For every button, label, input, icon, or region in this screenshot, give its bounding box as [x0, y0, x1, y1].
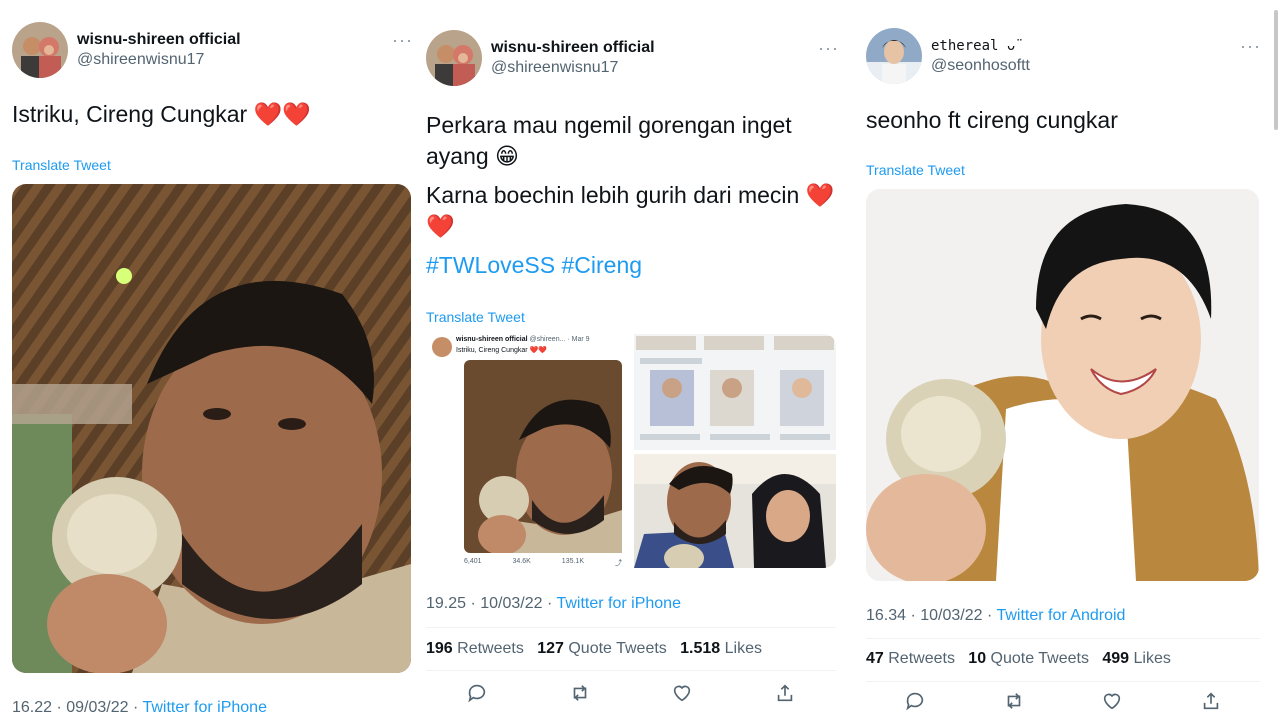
likes-count: 1.518 — [680, 640, 721, 657]
embedded-text: Istriku, Cireng Cungkar ❤️❤️ — [456, 347, 547, 354]
more-icon[interactable]: ··· — [392, 30, 413, 51]
tweet-1-header: wisnu-shireen official @shireenwisnu17 — [12, 22, 241, 78]
embedded-likes: 135.1K — [561, 558, 584, 565]
likes-label: Likes — [1133, 650, 1171, 667]
tweet-3-header: ethereal ᴗ̈ @seonhosoftt — [866, 28, 1030, 84]
retweets-stat[interactable]: 196 Retweets — [426, 640, 524, 657]
embedded-stats: 6,401 34.6K 135.1K ⤴ — [464, 558, 622, 568]
tweet-stats: 47 Retweets 10 Quote Tweets 499 Likes — [866, 650, 1171, 668]
reply-icon[interactable] — [466, 682, 488, 709]
embedded-avatar — [432, 337, 452, 357]
display-name[interactable]: ethereal ᴗ̈ — [931, 36, 1030, 56]
embedded-handle: @shireen... — [529, 336, 566, 343]
retweet-icon[interactable] — [569, 682, 591, 709]
quotes-label: Quote Tweets — [568, 640, 667, 657]
like-icon[interactable] — [1101, 690, 1123, 717]
tweet-photo[interactable] — [866, 189, 1259, 581]
avatar[interactable] — [12, 22, 68, 78]
tweet-2-header: wisnu-shireen official @shireenwisnu17 — [426, 30, 655, 86]
likes-label: Likes — [724, 640, 762, 657]
tweet-actions — [866, 690, 1260, 716]
embedded-photo — [464, 360, 622, 553]
avatar[interactable] — [426, 30, 482, 86]
retweets-count: 47 — [866, 650, 884, 667]
display-name[interactable]: wisnu-shireen official — [77, 30, 241, 50]
quotes-label: Quote Tweets — [990, 650, 1089, 667]
tweet-text: Istriku, Cireng Cungkar ❤️❤️ — [12, 101, 311, 127]
translate-tweet-link[interactable]: Translate Tweet — [12, 157, 111, 173]
likes-count: 499 — [1102, 650, 1130, 667]
tweet-text-line-1: Perkara mau ngemil gorengan inget ayang … — [426, 112, 792, 169]
embedded-tweet-screenshot[interactable]: wisnu-shireen official @shireen... · Mar… — [426, 334, 630, 568]
hashtags-link[interactable]: #TWLoveSS #Cireng — [426, 250, 642, 281]
translate-tweet-link[interactable]: Translate Tweet — [866, 162, 965, 178]
source-link[interactable]: Twitter for iPhone — [142, 699, 267, 716]
retweets-count: 196 — [426, 640, 453, 657]
tweet-timestamp: 16.22 · 09/03/22 · Twitter for iPhone — [12, 699, 267, 717]
tweet-actions — [426, 682, 836, 708]
quotes-count: 10 — [968, 650, 987, 667]
user-handle[interactable]: @shireenwisnu17 — [491, 58, 655, 78]
retweet-icon[interactable] — [1003, 690, 1025, 717]
source-link[interactable]: Twitter for Android — [996, 607, 1125, 624]
user-handle[interactable]: @seonhosoftt — [931, 56, 1030, 76]
collage-screenshot[interactable] — [634, 334, 836, 450]
retweets-stat[interactable]: 47 Retweets — [866, 650, 955, 667]
embedded-header: wisnu-shireen official @shireen... · Mar… — [456, 336, 590, 343]
tweet-3: ethereal ᴗ̈ @seonhosoftt ··· seonho ft c… — [852, 0, 1280, 720]
scrollbar[interactable] — [1274, 10, 1278, 130]
time-text: 19.25 · 10/03/22 · — [426, 595, 557, 612]
divider — [866, 681, 1260, 682]
divider — [426, 670, 836, 671]
tweet-text: seonho ft cireng cungkar — [866, 107, 1118, 133]
tweet-1: wisnu-shireen official @shireenwisnu17 ·… — [0, 0, 420, 720]
more-icon[interactable]: ··· — [818, 38, 839, 59]
embedded-share-icon: ⤴ — [614, 560, 622, 567]
likes-stat[interactable]: 1.518 Likes — [680, 640, 762, 657]
retweets-label: Retweets — [888, 650, 955, 667]
more-icon[interactable]: ··· — [1240, 36, 1261, 57]
like-icon[interactable] — [671, 682, 693, 709]
translate-tweet-link[interactable]: Translate Tweet — [426, 309, 525, 325]
avatar[interactable] — [866, 28, 922, 84]
user-handle[interactable]: @shireenwisnu17 — [77, 50, 241, 70]
embedded-date: Mar 9 — [571, 336, 590, 343]
tweet-text-line-2: Karna boechin lebih gurih dari mecin ❤️❤… — [426, 182, 835, 239]
divider — [426, 627, 836, 628]
time-text: 16.22 · 09/03/22 · — [12, 699, 143, 716]
embedded-retweets: 34.6K — [512, 558, 531, 565]
quote-tweets-stat[interactable]: 127 Quote Tweets — [537, 640, 667, 657]
source-link[interactable]: Twitter for iPhone — [556, 595, 681, 612]
divider — [866, 638, 1260, 639]
reply-icon[interactable] — [904, 690, 926, 717]
quotes-count: 127 — [537, 640, 564, 657]
tweet-media-grid[interactable]: wisnu-shireen official @shireen... · Mar… — [426, 334, 836, 568]
share-icon[interactable] — [774, 682, 796, 709]
retweets-label: Retweets — [457, 640, 524, 657]
tweet-2: wisnu-shireen official @shireenwisnu17 ·… — [420, 0, 846, 720]
tweet-timestamp: 16.34 · 10/03/22 · Twitter for Android — [866, 607, 1125, 625]
likes-stat[interactable]: 499 Likes — [1102, 650, 1171, 667]
time-text: 16.34 · 10/03/22 · — [866, 607, 997, 624]
embedded-replies: 6,401 — [464, 558, 482, 565]
tweet-timestamp: 19.25 · 10/03/22 · Twitter for iPhone — [426, 595, 681, 613]
tweet-photo[interactable] — [12, 184, 411, 673]
quote-tweets-stat[interactable]: 10 Quote Tweets — [968, 650, 1089, 667]
share-icon[interactable] — [1200, 690, 1222, 717]
display-name[interactable]: wisnu-shireen official — [491, 38, 655, 58]
couple-photo[interactable] — [634, 454, 836, 568]
tweet-stats: 196 Retweets 127 Quote Tweets 1.518 Like… — [426, 640, 762, 658]
embedded-name: wisnu-shireen official — [456, 336, 528, 343]
